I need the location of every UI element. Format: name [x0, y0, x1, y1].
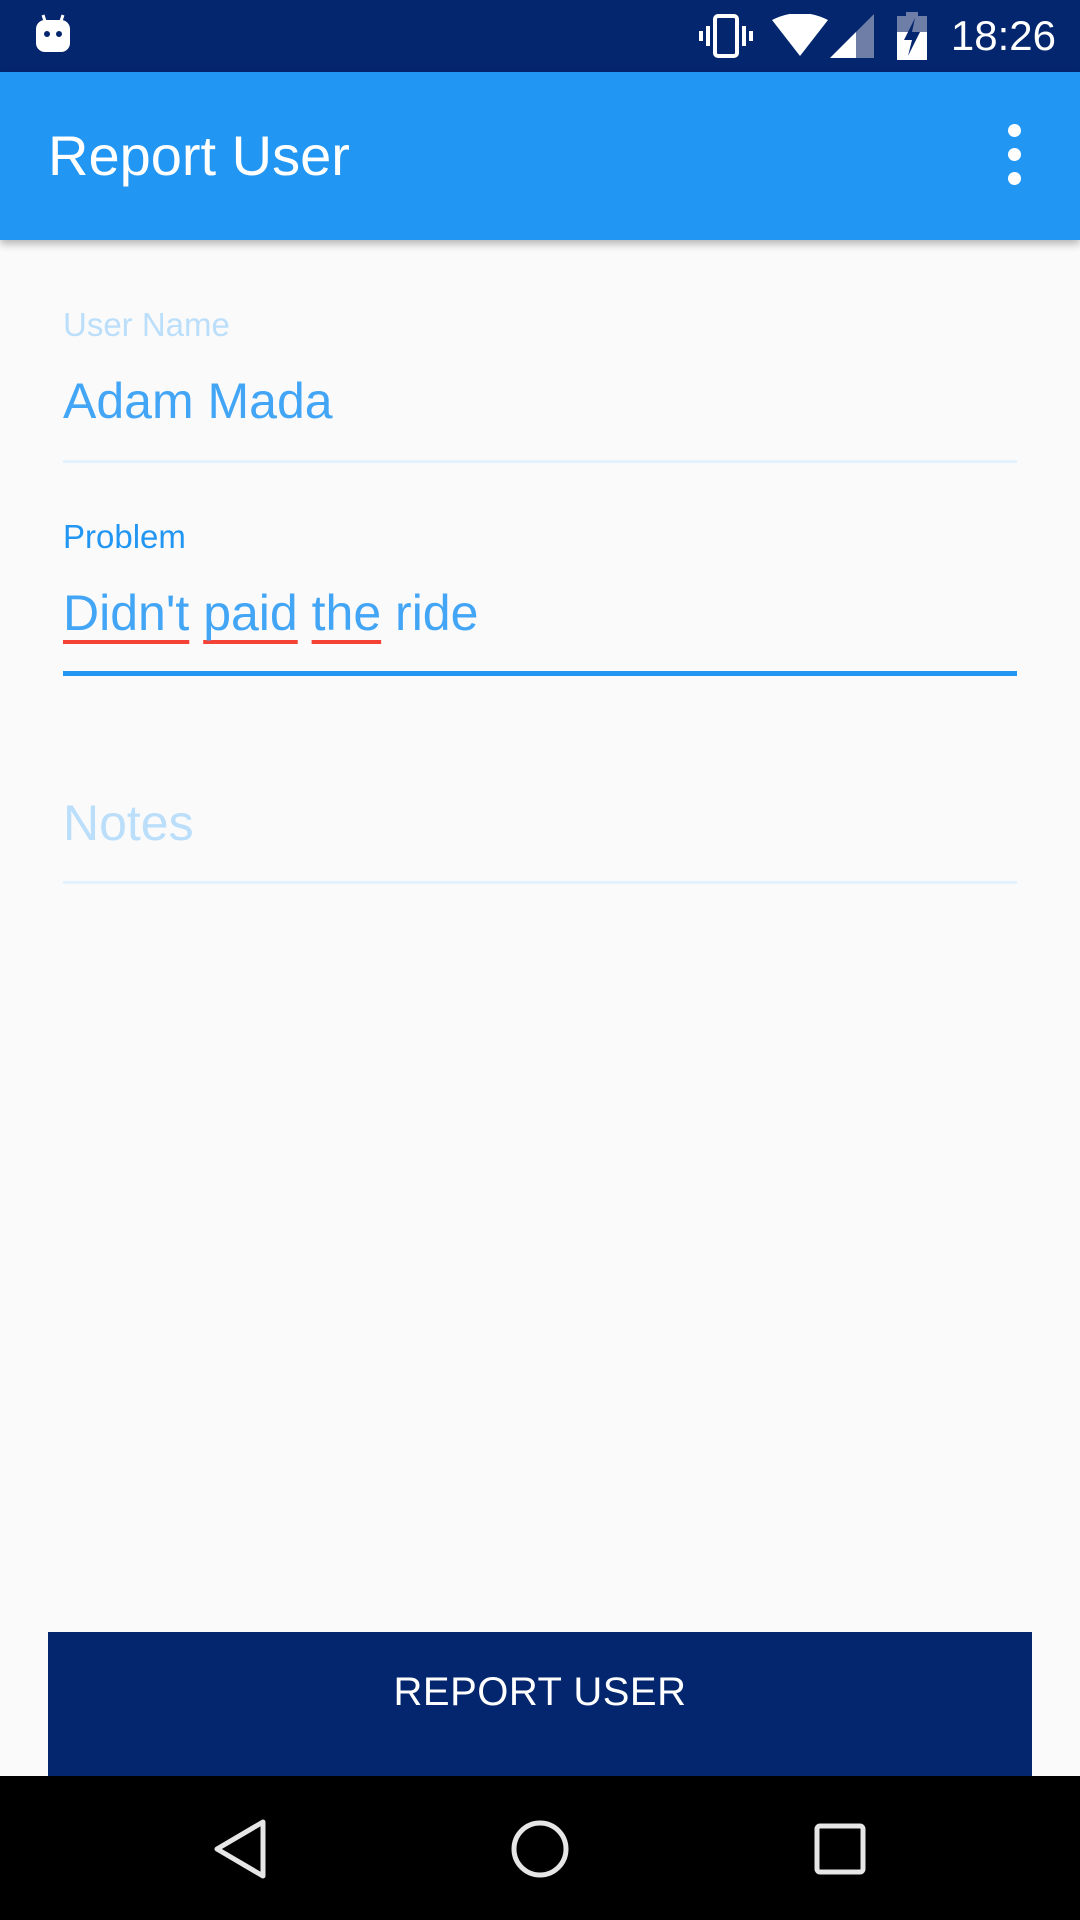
- problem-value: Didn't paid the ride: [63, 584, 478, 642]
- app-bar: Report User: [0, 72, 1080, 240]
- back-icon[interactable]: [205, 1814, 275, 1884]
- clock: 18:26: [950, 12, 1056, 59]
- vibrate-icon: [699, 14, 753, 58]
- home-icon[interactable]: [505, 1814, 575, 1884]
- notes-placeholder: Notes: [63, 795, 194, 851]
- problem-word: ride: [395, 585, 479, 641]
- username-underline: [63, 460, 1017, 463]
- page-title: Report User: [48, 124, 350, 187]
- signal-icon: [830, 14, 874, 58]
- wifi-icon: [772, 14, 828, 56]
- misspelled-word: the: [311, 585, 382, 641]
- notes-underline: [63, 881, 1017, 884]
- more-vert-icon[interactable]: [994, 124, 1034, 188]
- navigation-bar: [0, 1776, 1080, 1920]
- android-bot-icon: [36, 14, 70, 52]
- report-user-button[interactable]: REPORT USER: [48, 1632, 1032, 1776]
- recents-icon[interactable]: [805, 1814, 875, 1884]
- username-label: User Name: [63, 306, 230, 343]
- username-field[interactable]: User Name Adam Mada: [63, 300, 1017, 464]
- misspelled-word: Didn't: [63, 585, 190, 641]
- battery-charging-icon: [897, 12, 927, 60]
- misspelled-word: paid: [203, 585, 298, 641]
- problem-field[interactable]: Problem Didn't paid the ride: [63, 512, 1017, 678]
- status-bar: 18:26: [0, 0, 1080, 72]
- notes-field[interactable]: Notes: [63, 780, 1017, 886]
- problem-label: Problem: [63, 518, 186, 555]
- problem-underline: [63, 671, 1017, 676]
- username-value: Adam Mada: [63, 373, 333, 429]
